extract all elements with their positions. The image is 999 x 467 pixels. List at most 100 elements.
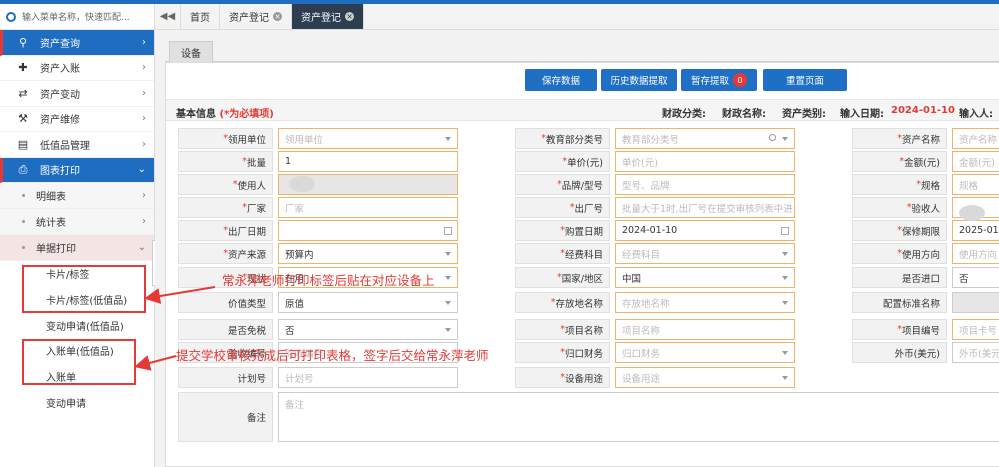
field-input-text: 归口财务 xyxy=(622,348,661,360)
field-label: * 经费科目 xyxy=(515,243,610,264)
field-label-text: 教育部分类号 xyxy=(545,134,603,146)
tab-asset-register-1[interactable]: 资产登记 ✕ xyxy=(220,4,292,29)
field-label: * 厂家 xyxy=(178,197,273,218)
tabs-back-icon[interactable]: ◀◀ xyxy=(155,4,181,29)
field-input-text: 设备用途 xyxy=(622,373,661,385)
tab-home[interactable]: 首页 xyxy=(181,4,220,29)
save-button[interactable]: 保存数据 xyxy=(525,69,597,91)
menu-search-input[interactable]: 输入菜单名称，快速匹配... xyxy=(22,10,130,23)
field-input[interactable]: 单价(元) xyxy=(615,151,795,172)
field-input-text: 教育部分类号 xyxy=(622,134,680,146)
search-icon: ⚲ xyxy=(18,35,28,49)
field-label-text: 备注 xyxy=(246,413,266,424)
field-input[interactable]: 预算内 xyxy=(278,243,458,264)
menu-asset-change[interactable]: ⇄ 资产变动 › xyxy=(0,81,154,107)
subtab-equipment[interactable]: 设备 xyxy=(169,41,213,62)
field-input[interactable]: 1 xyxy=(278,151,458,172)
field-input[interactable]: 项目名称 xyxy=(615,319,795,340)
menu-asset-repair[interactable]: ⚒ 资产维修 › xyxy=(0,107,154,132)
field-label: * 归口财务 xyxy=(515,342,610,363)
field-input[interactable]: 资产名称 xyxy=(952,128,999,149)
field-input[interactable]: 设备用途 xyxy=(615,367,795,388)
chevron-right-icon: › xyxy=(142,216,146,227)
field-input[interactable]: 批量大于1时,出厂号在提交审核列表中进 xyxy=(615,197,795,218)
field-input-text: 中国 xyxy=(622,273,642,285)
field-input[interactable]: 型号、品牌 xyxy=(615,174,795,195)
dropdown-caret-icon xyxy=(782,376,788,380)
asset-type-label: 资产类别: xyxy=(782,109,826,120)
field-input[interactable]: 教育部分类号 xyxy=(615,128,795,149)
submenu-label: 明细表 xyxy=(36,192,66,203)
field-input[interactable]: 存放地名称 xyxy=(615,292,795,313)
dropdown-caret-icon xyxy=(782,351,788,355)
field-input-text: 使用方向 xyxy=(959,249,998,261)
field-input[interactable]: 归口财务 xyxy=(615,342,795,363)
field-label-text: 计划号 xyxy=(237,373,266,385)
highlight-box-card-label xyxy=(22,265,146,313)
tab-asset-register-2[interactable]: 资产登记 ✕ xyxy=(292,4,364,29)
field-label: * 购置日期 xyxy=(515,220,610,241)
menu-search[interactable]: 输入菜单名称，快速匹配... xyxy=(0,4,154,30)
field-input[interactable]: 备注 xyxy=(278,392,999,442)
menu-asset-entry[interactable]: ✚ 资产入账 › xyxy=(0,56,154,81)
field-input[interactable] xyxy=(278,220,458,241)
field-input[interactable]: 外币(美元 xyxy=(952,342,999,363)
field-label-text: 存放地名称 xyxy=(555,298,603,310)
field-input[interactable]: 使用方向 xyxy=(952,243,999,264)
field-input[interactable]: 金额(元) xyxy=(952,151,999,172)
entry-date-value: 2024-01-10 xyxy=(891,105,955,116)
wrench-icon: ⚒ xyxy=(18,112,28,126)
submenu-doc-print[interactable]: 单据打印 ⌄ xyxy=(0,235,154,261)
field-label-text: 价值类型 xyxy=(227,298,266,310)
field-input[interactable]: 原值 xyxy=(278,292,458,313)
menu-asset-query[interactable]: ⚲ 资产查询 › xyxy=(0,30,154,56)
field-label: 是否进口 xyxy=(852,267,947,288)
field-input-text: 项目卡号 xyxy=(959,325,998,337)
field-label-text: 单价(元) xyxy=(567,157,603,169)
field-input[interactable]: 经费科目 xyxy=(615,243,795,264)
finance-name-label: 财政名称: xyxy=(722,109,766,120)
close-icon[interactable]: ✕ xyxy=(273,12,282,21)
field-input[interactable] xyxy=(952,292,999,313)
field-input-text: 项目名称 xyxy=(622,325,661,337)
field-label-text: 厂家 xyxy=(246,203,266,215)
submenu-detail[interactable]: 明细表 › xyxy=(0,183,154,209)
entry-person-label: 输入人: xyxy=(959,109,993,120)
field-input[interactable]: 2024-01-10 xyxy=(615,220,795,241)
field-input[interactable]: 项目卡号 xyxy=(952,319,999,340)
submenu-stats[interactable]: 统计表 › xyxy=(0,209,154,235)
field-input-text: 备注 xyxy=(285,400,305,411)
reset-button[interactable]: 重置页面 xyxy=(763,69,847,91)
field-input[interactable]: 否 xyxy=(278,319,458,340)
leaf-change-low[interactable]: 变动申请(低值品) xyxy=(0,312,154,338)
field-input[interactable]: 规格 xyxy=(952,174,999,195)
dropdown-caret-icon xyxy=(782,252,788,256)
close-icon[interactable]: ✕ xyxy=(345,12,354,21)
stash-button[interactable]: 暂存提取 0 xyxy=(681,69,757,91)
field-input[interactable]: 否 xyxy=(952,267,999,288)
field-input[interactable]: 中国 xyxy=(615,267,795,288)
chevron-down-icon: ⌄ xyxy=(137,242,146,253)
chevron-down-icon: ⌄ xyxy=(137,164,146,176)
menu-low-value[interactable]: ▤ 低值品管理 › xyxy=(0,132,154,158)
field-input[interactable]: 领用单位 xyxy=(278,128,458,149)
menu-chart-print[interactable]: ⎙ 图表打印 ⌄ xyxy=(0,157,154,183)
calendar-icon xyxy=(444,227,452,235)
field-label: * 项目编号 xyxy=(852,319,947,340)
field-input-text: 经费科目 xyxy=(622,249,661,261)
dropdown-caret-icon xyxy=(445,301,451,305)
field-label-text: 国家/地区 xyxy=(561,273,603,285)
money-icon: ▤ xyxy=(17,137,29,151)
history-button[interactable]: 历史数据提取 xyxy=(601,69,677,91)
chevron-right-icon: › xyxy=(142,138,146,150)
field-label: 是否免税 xyxy=(178,319,273,340)
dropdown-caret-icon xyxy=(445,276,451,280)
field-input-text: 否 xyxy=(285,325,295,337)
field-input[interactable]: 2025-01-1 xyxy=(952,220,999,241)
leaf-change[interactable]: 变动申请 xyxy=(0,389,154,415)
tab-label: 首页 xyxy=(190,13,210,24)
chevron-right-icon: › xyxy=(142,113,146,125)
field-input[interactable]: 计划号 xyxy=(278,367,458,388)
shuffle-icon: ⇄ xyxy=(18,86,28,100)
field-input[interactable]: 厂家 xyxy=(278,197,458,218)
